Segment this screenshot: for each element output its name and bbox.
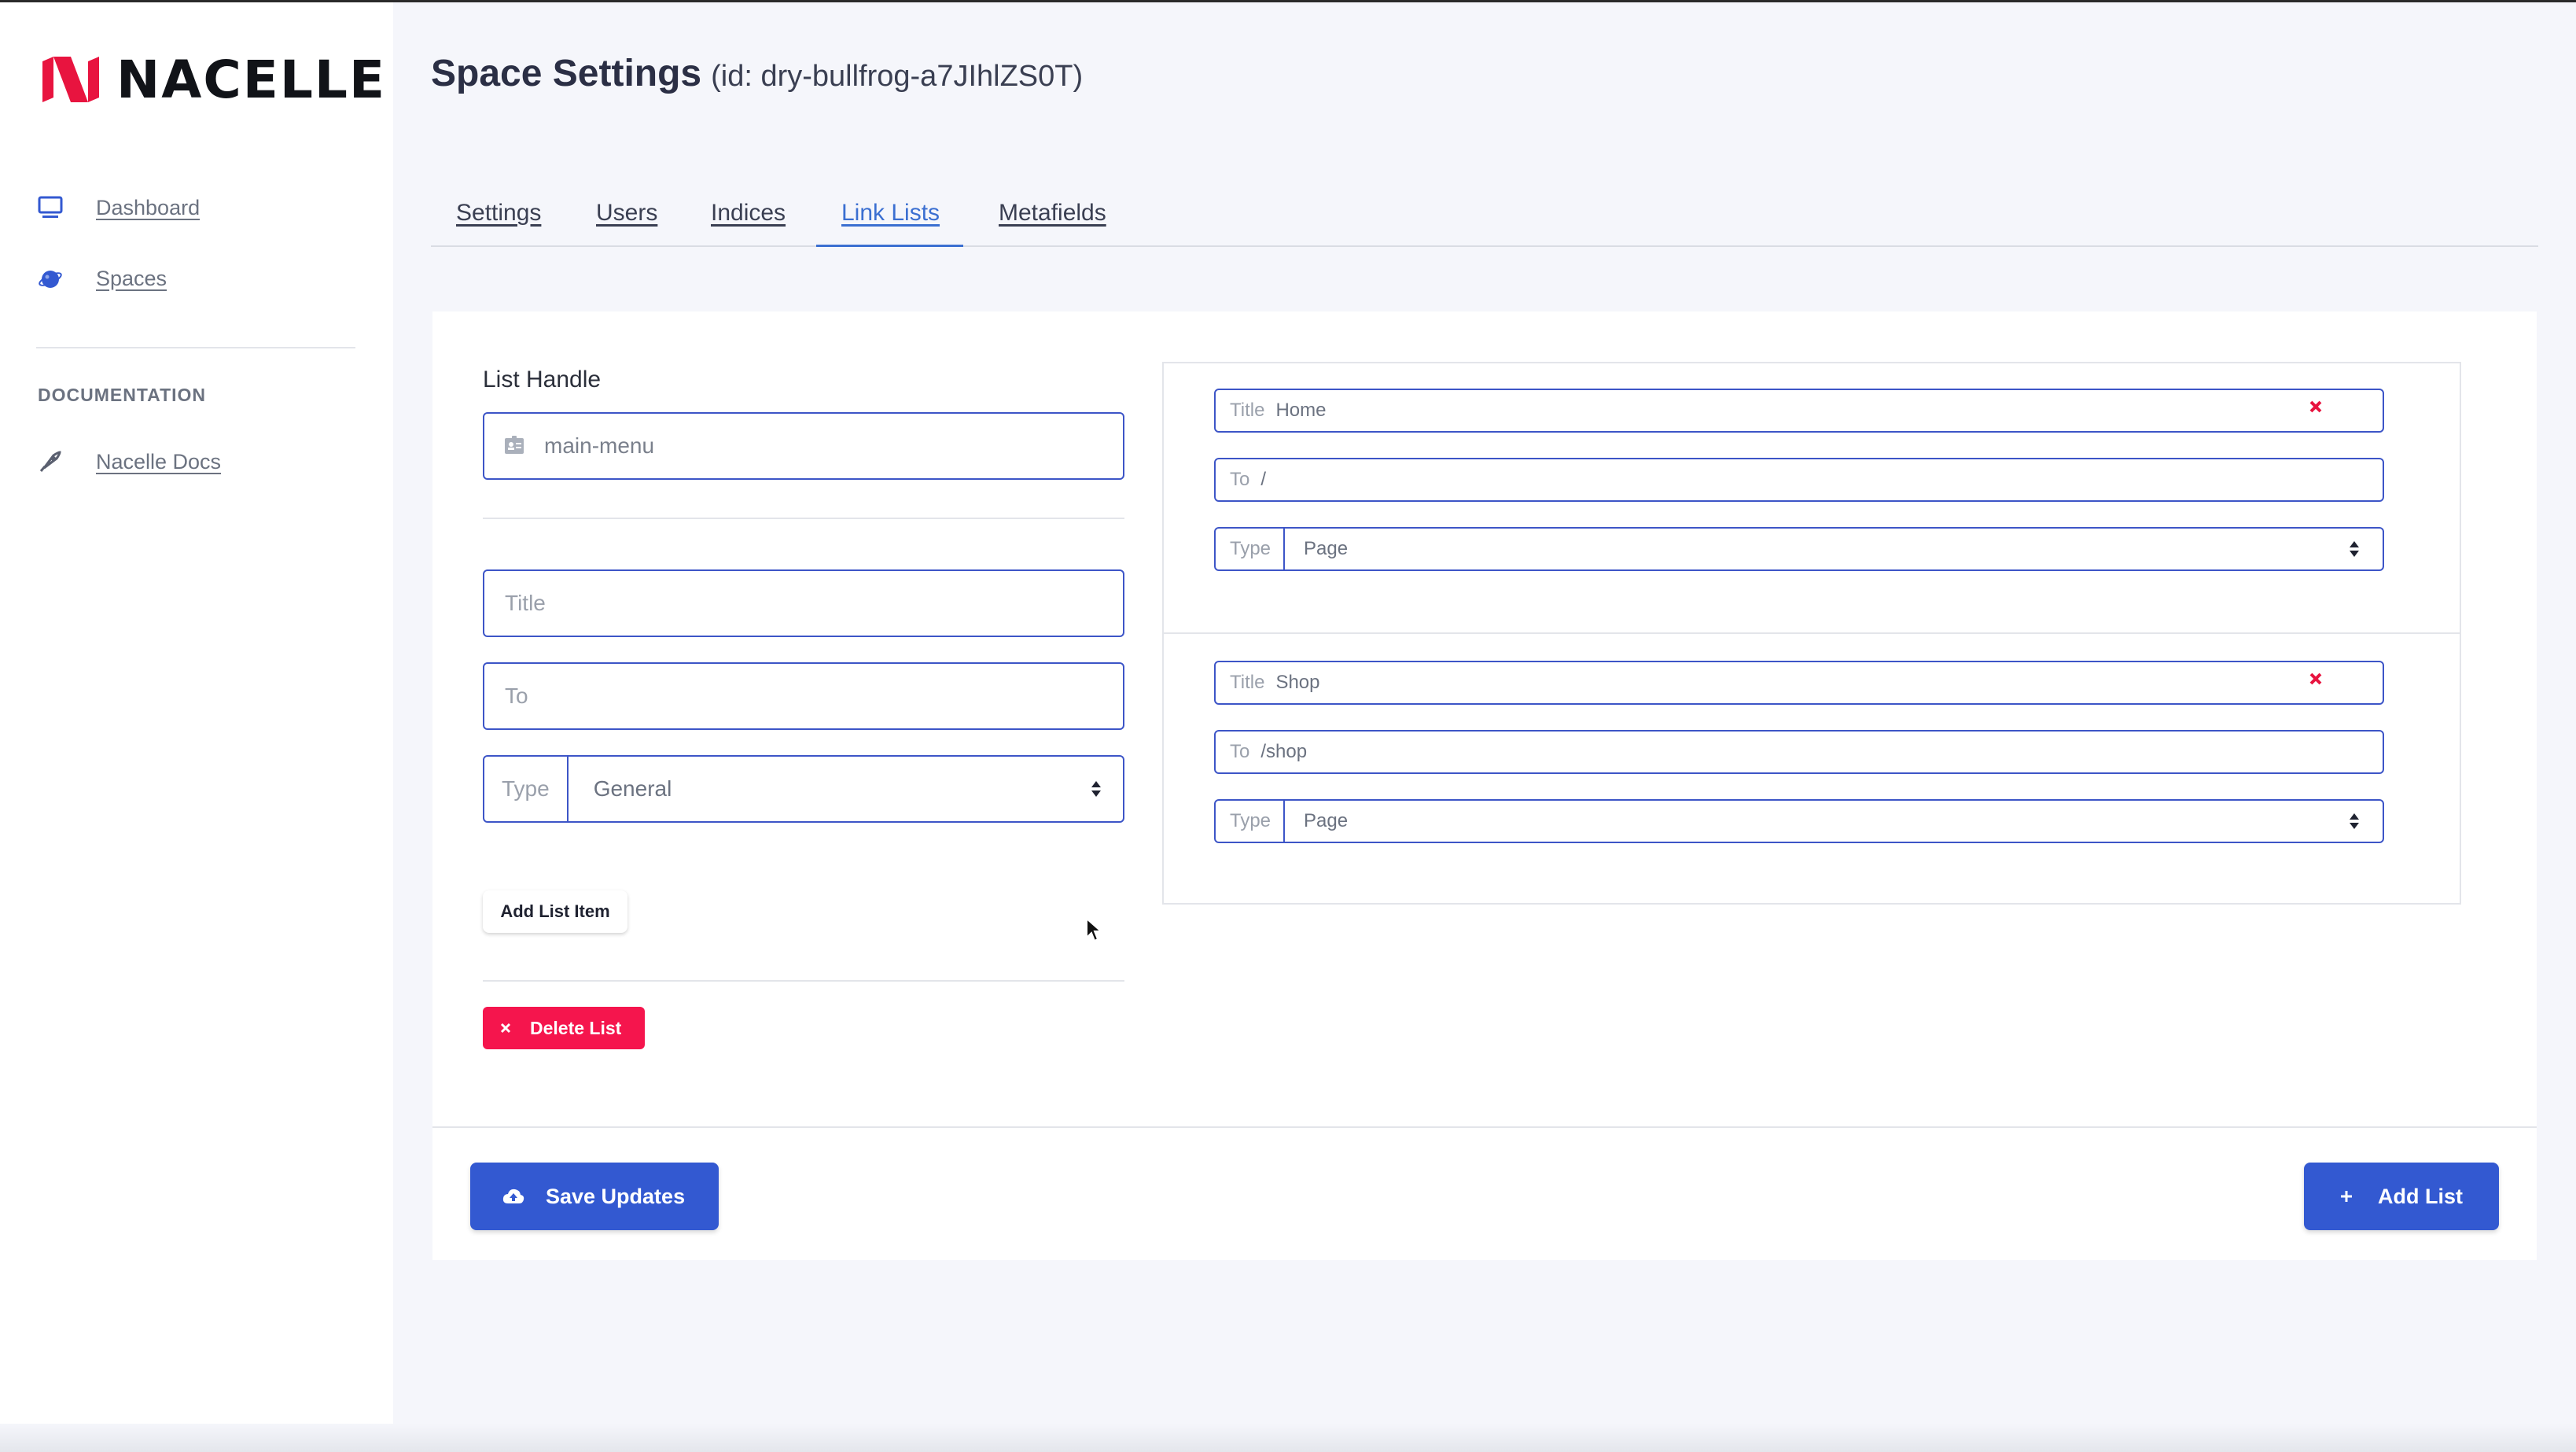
delete-list-label: Delete List <box>530 1017 622 1038</box>
sidebar-item-dashboard[interactable]: Dashboard <box>36 193 200 222</box>
item-to-input[interactable]: To / <box>1214 458 2384 502</box>
link-list-card: List Handle main-menu Title To Type Gene… <box>432 311 2537 1260</box>
tab-users[interactable]: Users <box>596 186 657 247</box>
mouse-cursor-icon <box>1085 916 1103 946</box>
item-title-value: Home <box>1275 400 1327 421</box>
page-title-text: Space Settings <box>431 53 702 94</box>
add-list-label: Add List <box>2378 1184 2463 1208</box>
sidebar-section-title: DOCUMENTATION <box>38 385 207 405</box>
sidebar-item-label[interactable]: Dashboard <box>96 196 200 220</box>
item-type-value: Page <box>1304 810 1349 831</box>
delete-list-button[interactable]: Delete List <box>483 1007 645 1049</box>
new-item-to-input[interactable]: To <box>483 662 1124 730</box>
cloud-upload-icon <box>502 1188 525 1205</box>
title-placeholder: Title <box>505 591 546 615</box>
list-handle-value: main-menu <box>544 433 655 458</box>
item-title-input[interactable]: Title Home <box>1214 389 2384 433</box>
type-prefix: Type <box>484 757 569 821</box>
sidebar-divider <box>36 347 355 348</box>
id-card-icon <box>503 434 527 458</box>
to-prefix: To <box>1230 741 1250 762</box>
add-list-button[interactable]: Add List <box>2304 1163 2499 1230</box>
list-handle-label: List Handle <box>483 367 602 392</box>
bottom-shadow <box>0 1424 2576 1452</box>
tab-indices[interactable]: Indices <box>711 186 786 247</box>
select-arrows-icon <box>2346 540 2362 558</box>
remove-item-icon[interactable] <box>2304 395 2328 418</box>
new-item-type-select[interactable]: Type General <box>483 755 1124 823</box>
item-to-value: / <box>1260 469 1267 490</box>
planet-icon <box>36 264 64 293</box>
brand-logo[interactable]: NACELLE <box>39 49 387 110</box>
type-selected-value: General <box>593 776 672 801</box>
add-list-item-button[interactable]: Add List Item <box>483 890 627 933</box>
sidebar-item-label[interactable]: Spaces <box>96 267 167 291</box>
sidebar-item-spaces[interactable]: Spaces <box>36 264 167 293</box>
title-prefix: Title <box>1230 672 1265 693</box>
sidebar-item-label[interactable]: Nacelle Docs <box>96 450 221 474</box>
nacelle-logo-icon <box>42 57 99 102</box>
type-prefix: Type <box>1216 801 1286 842</box>
item-title-value: Shop <box>1275 672 1320 693</box>
form-divider <box>483 980 1124 982</box>
to-prefix: To <box>1230 469 1250 490</box>
select-arrows-icon <box>1088 779 1104 798</box>
sidebar: NACELLE Dashboard Spaces DOCUMENTATION N… <box>0 2 393 1452</box>
link-items-panel: Title Home To / Type Page Title Shop To <box>1162 362 2461 905</box>
close-icon <box>500 1023 514 1034</box>
item-type-select[interactable]: Type Page <box>1214 527 2384 571</box>
brand-name: NACELLE <box>116 49 387 110</box>
title-prefix: Title <box>1230 400 1265 421</box>
remove-item-icon[interactable] <box>2304 667 2328 691</box>
plus-icon <box>2340 1190 2354 1203</box>
list-handle-input[interactable]: main-menu <box>483 412 1124 480</box>
item-type-value: Page <box>1304 538 1349 559</box>
save-updates-label: Save Updates <box>546 1184 686 1208</box>
space-id: (id: dry-bullfrog-a7JIhlZS0T) <box>711 60 1084 93</box>
to-placeholder: To <box>505 684 528 708</box>
card-footer-divider <box>432 1126 2537 1128</box>
item-to-value: /shop <box>1260 741 1308 762</box>
rocket-icon <box>36 448 64 476</box>
item-type-select[interactable]: Type Page <box>1214 799 2384 843</box>
tab-metafields[interactable]: Metafields <box>999 186 1106 247</box>
form-divider <box>483 518 1124 519</box>
settings-tabs: Settings Users Indices Link Lists Metafi… <box>431 186 2538 247</box>
item-title-input[interactable]: Title Shop <box>1214 661 2384 705</box>
item-divider <box>1164 632 2460 634</box>
save-updates-button[interactable]: Save Updates <box>470 1163 719 1230</box>
tab-settings[interactable]: Settings <box>456 186 541 247</box>
monitor-icon <box>36 193 64 222</box>
type-prefix: Type <box>1216 529 1286 569</box>
sidebar-item-nacelle-docs[interactable]: Nacelle Docs <box>36 448 221 476</box>
tab-link-lists[interactable]: Link Lists <box>816 186 964 247</box>
item-to-input[interactable]: To /shop <box>1214 730 2384 774</box>
select-arrows-icon <box>2346 812 2362 831</box>
page-title: Space Settings (id: dry-bullfrog-a7JIhlZ… <box>431 52 1083 95</box>
new-item-title-input[interactable]: Title <box>483 569 1124 637</box>
